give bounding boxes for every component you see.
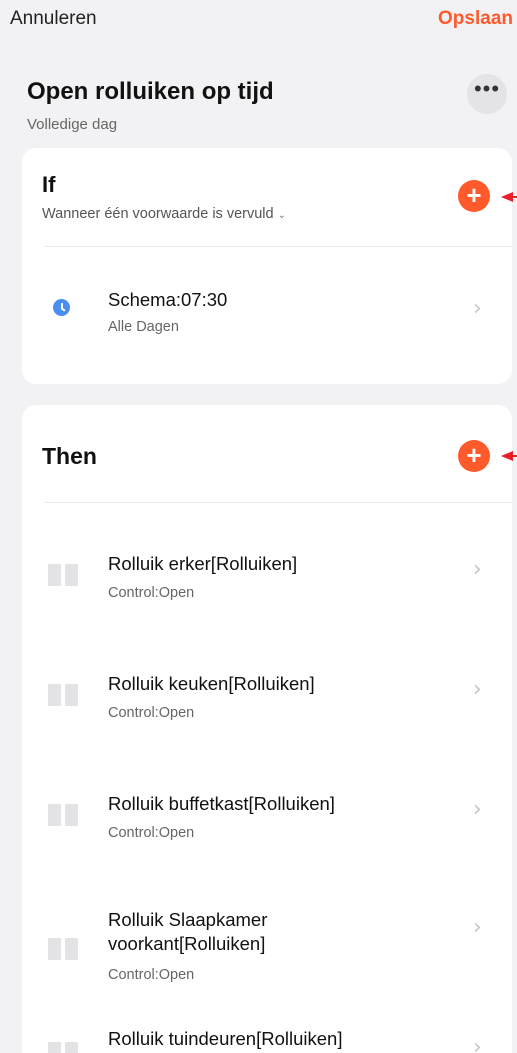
then-title: Then — [42, 443, 97, 469]
action-title: Rolluik keuken[Rolluiken] — [108, 673, 315, 694]
action-row[interactable]: Rolluik buffetkast[Rolluiken] Control:Op… — [22, 755, 512, 865]
plus-icon: + — [466, 440, 482, 470]
action-row[interactable]: Rolluik erker[Rolluiken] Control:Open › — [22, 515, 512, 625]
divider — [44, 502, 512, 503]
action-subtitle: Control:Open — [108, 585, 195, 601]
roller-shutter-icon — [48, 684, 80, 706]
action-title: Rolluik buffetkast[Rolluiken] — [108, 793, 335, 814]
condition-subtitle: Alle Dagen — [108, 319, 179, 335]
chevron-right-icon: › — [473, 557, 482, 582]
top-bar: Annuleren Opslaan — [0, 0, 517, 44]
action-subtitle: Control:Open — [108, 705, 195, 721]
if-card: If Wanneer één voorwaarde is vervuld ⌄ + … — [22, 148, 512, 384]
condition-title: Schema:07:30 — [108, 289, 228, 310]
clock-icon — [53, 299, 70, 316]
add-action-button[interactable]: + — [458, 440, 490, 472]
roller-shutter-icon — [48, 804, 80, 826]
more-options-button[interactable]: ••• — [467, 74, 507, 114]
action-title: Rolluik erker[Rolluiken] — [108, 553, 298, 574]
action-title: Rolluik tuindeuren[Rolluiken] — [108, 1028, 343, 1049]
chevron-right-icon: › — [473, 797, 482, 822]
condition-mode-label: Wanneer één voorwaarde is vervuld — [42, 206, 274, 222]
then-card: Then + Rolluik erker[Rolluiken] Control:… — [22, 405, 512, 1053]
chevron-right-icon: › — [473, 677, 482, 702]
chevron-right-icon: › — [473, 1035, 482, 1053]
roller-shutter-icon — [48, 938, 80, 960]
chevron-right-icon: › — [473, 296, 482, 321]
action-row[interactable]: Rolluik Slaapkamer voorkant[Rolluiken] C… — [22, 875, 512, 1010]
divider — [44, 246, 512, 247]
cancel-button[interactable]: Annuleren — [10, 8, 97, 30]
add-condition-button[interactable]: + — [458, 180, 490, 212]
more-icon: ••• — [473, 76, 501, 101]
annotation-arrow-icon — [501, 451, 517, 461]
roller-shutter-icon — [48, 1042, 80, 1053]
action-row[interactable]: Rolluik keuken[Rolluiken] Control:Open › — [22, 635, 512, 745]
roller-shutter-icon — [48, 564, 80, 586]
chevron-down-icon: ⌄ — [277, 210, 286, 221]
action-subtitle: Control:Open — [108, 967, 195, 983]
action-title: Rolluik Slaapkamer voorkant[Rolluiken] — [108, 909, 268, 954]
condition-row[interactable]: Schema:07:30 Alle Dagen › — [22, 258, 512, 368]
scene-subtitle: Volledige dag — [27, 116, 118, 133]
condition-mode-dropdown[interactable]: Wanneer één voorwaarde is vervuld ⌄ — [42, 206, 286, 222]
action-subtitle: Control:Open — [108, 825, 195, 841]
plus-icon: + — [466, 180, 482, 210]
chevron-right-icon: › — [473, 915, 482, 940]
annotation-arrow-icon — [501, 192, 517, 202]
action-row[interactable]: Rolluik tuindeuren[Rolluiken] › — [22, 1017, 512, 1053]
save-button[interactable]: Opslaan — [438, 8, 513, 30]
if-title: If — [42, 172, 56, 197]
scene-title[interactable]: Open rolluiken op tijd — [27, 78, 274, 106]
